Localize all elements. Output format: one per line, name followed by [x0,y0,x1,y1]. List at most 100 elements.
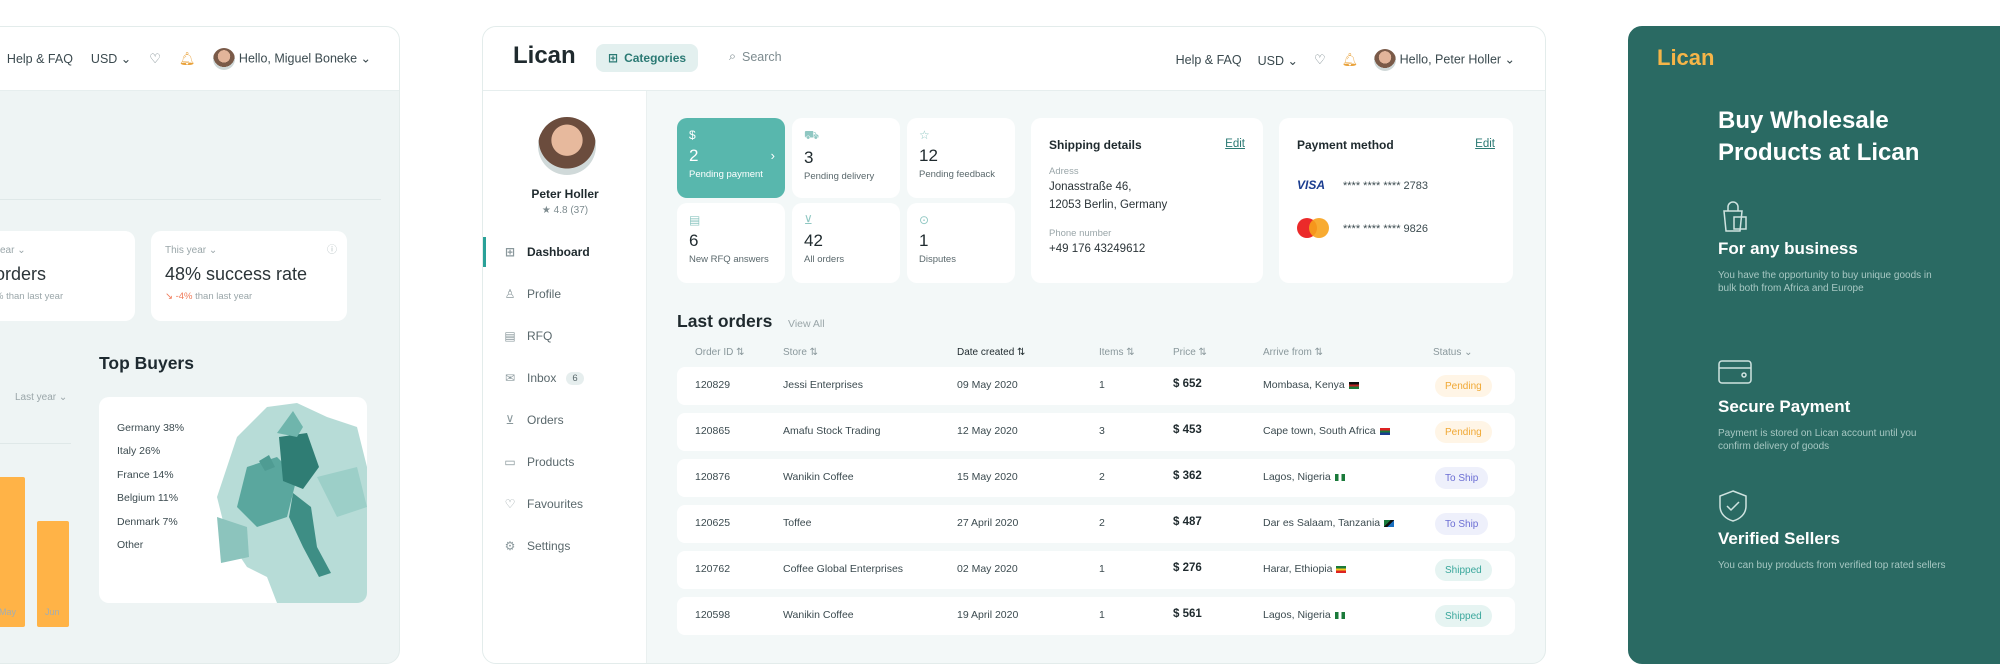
avatar [213,47,236,70]
feature-title: For any business [1718,239,1858,258]
column-header-date[interactable]: Date created ⇅ [957,347,1025,358]
column-header-items[interactable]: Items ⇅ [1099,347,1135,358]
inbox-count-badge: 6 [566,371,584,385]
profile-avatar[interactable] [538,117,596,175]
mail-icon: ✉ [504,371,516,385]
column-header-store[interactable]: Store ⇅ [783,347,818,358]
status-badge: To Ship [1435,513,1489,535]
order-price: $ 453 [1173,424,1202,436]
legend-item: Belgium 11% [117,492,179,505]
feature-description: Payment is stored on Lican account until… [1718,428,1917,452]
categories-button[interactable]: ⊞ Categories [596,44,699,72]
tile-new-rfq-answers[interactable]: ▤ 6 New RFQ answers [677,203,785,283]
search-input[interactable]: ⌕ Search [729,49,782,64]
currency-select[interactable]: USD ⌄ [91,51,131,66]
stat-change: ↘ -4% [165,291,193,302]
table-row[interactable]: 120865 Amafu Stock Trading 12 May 2020 3… [677,413,1515,451]
sidebar-item-label: Favourites [527,497,584,511]
table-row[interactable]: 120829 Jessi Enterprises 09 May 2020 1 $… [677,367,1515,405]
tile-pending-feedback[interactable]: ☆ 12 Pending feedback [907,118,1015,198]
orders-stat-card: year ⌄ orders % than last year [0,231,135,321]
feature-secure-payment: Secure Payment Payment is stored on Lica… [1718,357,1948,453]
order-price: $ 561 [1173,608,1202,620]
column-header-arrive-from[interactable]: Arrive from ⇅ [1263,347,1323,358]
view-all-link[interactable]: View All [788,318,825,330]
tile-pending-delivery[interactable]: ⛟ 3 Pending delivery [792,118,900,198]
stat-period[interactable]: year ⌄ [0,245,121,256]
column-header-price[interactable]: Price ⇅ [1173,347,1207,358]
column-header-status[interactable]: Status ⌄ [1433,347,1473,358]
sidebar-item-inbox[interactable]: ✉ Inbox 6 [483,363,647,393]
order-store: Jessi Enterprises [783,379,863,391]
stat-period[interactable]: This year ⌄ [165,245,333,256]
sidebar-item-rfq[interactable]: ▤ RFQ [483,321,647,351]
sidebar-item-settings[interactable]: ⚙ Settings [483,531,647,561]
box-icon: ▭ [504,455,516,469]
order-origin: Lagos, Nigeria [1263,609,1331,621]
sidebar-item-favourites[interactable]: ♡ Favourites [483,489,647,519]
tile-value: 2 [689,146,699,165]
cart-icon: ⊻ [505,413,515,427]
month-label: Jun [45,607,60,617]
order-date: 09 May 2020 [957,379,1018,391]
grid-icon: ⊞ [608,51,619,65]
feature-title: Verified Sellers [1718,529,1840,548]
profile-rating: ★ 4.8 (37) [541,205,589,216]
order-id: 120876 [695,471,731,483]
main-dashboard-panel: Lican ⊞ Categories ⌕ Search Help & FAQ USD… [482,26,1546,664]
south-africa-flag-icon [1379,427,1390,435]
user-greeting: Hello, Miguel Boneke ⌄ [238,50,371,65]
rfq-icon: ▤ [689,213,701,227]
help-link[interactable]: Help & FAQ [7,52,73,66]
order-price: $ 276 [1173,562,1202,574]
table-row[interactable]: 120625 Toffee 27 April 2020 2 $ 487 Dar … [677,505,1515,543]
user-menu[interactable]: Hello, Peter Holler ⌄ [1374,49,1515,71]
order-id: 120625 [695,517,731,529]
shipping-details-card: Shipping details Edit Adress Jonasstraße… [1031,118,1263,283]
table-row[interactable]: 120598 Wanikin Coffee 19 April 2020 1 $ … [677,597,1515,635]
dispute-icon: ⊙ [919,213,930,227]
tile-label: All orders [804,254,845,265]
payment-method-card: Payment method Edit VISA **** **** **** … [1279,118,1513,283]
table-row[interactable]: 120876 Wanikin Coffee 15 May 2020 2 $ 36… [677,459,1515,497]
user-menu[interactable]: Hello, Miguel Boneke ⌄ [213,47,371,70]
bell-icon[interactable]: 🔔︎ [1342,52,1359,68]
left-dashboard-panel: Help & FAQ USD ⌄ ♡ 🔔︎ Hello, Miguel Bone… [0,26,400,664]
order-items: 1 [1099,563,1105,575]
cart-icon: ⊻ [804,213,813,227]
help-link[interactable]: Help & FAQ [1176,53,1242,67]
heart-icon[interactable]: ♡ [149,51,161,67]
sidebar-item-dashboard[interactable]: ⊞ Dashboard [483,237,647,267]
shopping-bag-icon [1718,199,1948,233]
order-id: 120865 [695,425,731,437]
order-items: 3 [1099,425,1105,437]
period-select[interactable]: Last year ⌄ [15,392,67,403]
tile-disputes[interactable]: ⊙ 1 Disputes [907,203,1015,283]
tile-all-orders[interactable]: ⊻ 42 All orders [792,203,900,283]
payment-edit-link[interactable]: Edit [1475,138,1495,150]
currency-select[interactable]: USD ⌄ [1258,53,1298,68]
truck-icon: ⛟ [804,128,820,142]
info-icon[interactable]: ⓘ [327,241,337,256]
lican-logo[interactable]: Lican [513,42,576,70]
order-items: 1 [1099,609,1105,621]
tile-pending-payment[interactable]: $ › 2 Pending payment [677,118,785,198]
legend-item: Germany 38% [117,422,185,434]
status-badge: Shipped [1435,605,1492,627]
ethiopia-flag-icon [1336,565,1347,573]
sidebar-item-products[interactable]: ▭ Products [483,447,647,477]
sidebar-item-label: Orders [527,413,564,427]
bell-icon[interactable]: 🔔︎ [179,51,196,67]
sidebar-item-profile[interactable]: ♙ Profile [483,279,647,309]
heart-icon[interactable]: ♡ [1314,52,1326,68]
sidebar-item-orders[interactable]: ⊻ Orders [483,405,647,435]
column-header-order-id[interactable]: Order ID ⇅ [695,347,745,358]
tile-label: Pending payment [689,169,763,180]
search-icon: ⌕ [729,49,737,63]
shipping-edit-link[interactable]: Edit [1225,138,1245,150]
divider [0,199,381,200]
feature-verified-sellers: Verified Sellers You can buy products fr… [1718,489,1948,572]
order-store: Toffee [783,517,812,529]
table-row[interactable]: 120762 Coffee Global Enterprises 02 May … [677,551,1515,589]
marketing-title: Buy Wholesale Products at Lican [1718,107,1920,166]
